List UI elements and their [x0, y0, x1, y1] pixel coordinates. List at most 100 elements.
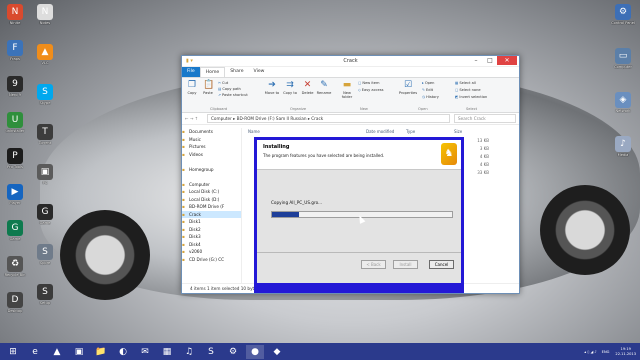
taskbar-app-icon[interactable]: ✉ — [136, 345, 154, 359]
desktop-icon-label: Pro Tools — [7, 165, 23, 169]
desktop-icon-second-0[interactable]: N Notes — [30, 4, 60, 25]
desktop-icon-right-2[interactable]: ◈ Network — [608, 92, 638, 113]
explorer-titlebar[interactable]: ▮ ▾ Crack – □ ✕ — [182, 56, 519, 67]
nav-item — [182, 158, 241, 166]
delete-button[interactable]: ✕ Delete — [300, 78, 315, 95]
tab-view[interactable]: View — [249, 67, 270, 77]
taskbar-app-icon[interactable]: ▦ — [158, 345, 176, 359]
desktop-icon-second-7[interactable]: S Setup — [30, 284, 60, 305]
select-none-button[interactable]: ▢Select none — [455, 88, 481, 93]
taskbar-app-icon[interactable]: ● — [246, 344, 264, 359]
desktop-icon-label: Fraps — [10, 57, 20, 61]
nav-item[interactable]: ▪ BD-ROM Drive (F — [182, 203, 241, 211]
desktop-icon-left-1[interactable]: F Fraps — [0, 40, 30, 61]
desktop-icon-left-8[interactable]: D Desktop — [0, 292, 30, 313]
invert-selection-button[interactable]: ◩Invert selection — [455, 95, 487, 100]
tab-file[interactable]: File — [182, 67, 200, 77]
column-type[interactable]: Type — [406, 129, 415, 134]
new-folder-button[interactable]: ▬ New folder — [339, 78, 355, 99]
nav-item[interactable]: ▪ v2060 — [182, 248, 241, 256]
desktop-icon-left-4[interactable]: P Pro Tools — [0, 148, 30, 169]
install-button[interactable]: Install — [393, 260, 418, 269]
taskbar-app-icon[interactable]: ◆ — [268, 345, 286, 359]
properties-icon: ☑ — [403, 80, 413, 90]
easy-access-button[interactable]: ◇Easy access — [358, 88, 384, 93]
desktop-icon-left-0[interactable]: N Ninite — [0, 4, 30, 25]
address-bar[interactable]: Computer ▸ BD-ROM Drive (F:) Sam II Russ… — [207, 114, 450, 123]
copy-path-button[interactable]: ▤Copy path — [218, 87, 241, 92]
desktop-icon-right-1[interactable]: ▭ Computer — [608, 48, 638, 69]
taskbar-app-icon[interactable]: ▣ — [70, 345, 88, 359]
taskbar-app-icon[interactable]: 📁 — [92, 345, 110, 359]
nav-item[interactable]: ▪ Disk2 — [182, 226, 241, 234]
edit-button[interactable]: ✎Edit — [422, 88, 433, 93]
taskbar-app-icon[interactable]: e — [26, 345, 44, 359]
start-button[interactable]: ⊞ — [4, 345, 22, 359]
column-date[interactable]: Date modified — [366, 129, 394, 134]
move-to-button[interactable]: ➔ Move to — [264, 78, 280, 95]
copy-to-button[interactable]: ⇉ Copy to — [282, 78, 298, 95]
desktop-icon-left-2[interactable]: 9 Nero 9 — [0, 76, 30, 97]
nav-item[interactable]: ▪ Local Disk (D:) — [182, 196, 241, 204]
nav-item[interactable]: ▪ Videos — [182, 151, 241, 159]
nav-item[interactable]: ▪ Crack — [182, 210, 241, 218]
minimize-button[interactable]: – — [469, 56, 483, 65]
column-size[interactable]: Size — [454, 129, 462, 134]
nav-item[interactable]: ▪ Disk4 — [182, 241, 241, 249]
taskbar-app-icon[interactable]: ♫ — [180, 345, 198, 359]
column-name[interactable]: Name — [248, 129, 260, 134]
tab-home[interactable]: Home — [199, 67, 226, 77]
desktop-icon-second-3[interactable]: T Torrent — [30, 124, 60, 145]
close-button[interactable]: ✕ — [497, 56, 517, 65]
properties-button[interactable]: ☑ Properties — [397, 78, 419, 95]
nav-item[interactable]: ▪ Disk3 — [182, 233, 241, 241]
desktop-icon-second-2[interactable]: S Skype — [30, 84, 60, 105]
desktop-icon-second-6[interactable]: S Spore — [30, 244, 60, 265]
select-all-button[interactable]: ▦Select all — [455, 81, 476, 86]
cancel-button[interactable]: Cancel — [429, 260, 454, 269]
nav-item[interactable]: ▪ Homegroup — [182, 166, 241, 174]
tab-share[interactable]: Share — [225, 67, 248, 77]
cut-button[interactable]: ✂Cut — [218, 81, 228, 86]
desktop-icon-right-0[interactable]: ⚙ Control Panel — [608, 4, 638, 25]
back-button[interactable]: < Back — [361, 260, 386, 269]
rename-button[interactable]: ✎ Rename — [316, 78, 332, 95]
desktop-icon-label: Game — [39, 221, 51, 225]
nav-item[interactable]: ▪ Disk1 — [182, 218, 241, 226]
nav-item[interactable]: ▪ CD Drive (G:) CC — [182, 256, 241, 264]
copy-button[interactable]: ❐ Copy — [185, 78, 199, 95]
history-button[interactable]: ◷History — [422, 95, 439, 100]
folder-icon: ▪ — [182, 234, 185, 239]
folder-icon: ▪ — [182, 256, 185, 262]
app-icon: F — [7, 40, 23, 56]
taskbar-app-icon[interactable]: ▲ — [48, 345, 66, 359]
desktop-icon-second-4[interactable]: ▣ PC — [30, 164, 60, 185]
installer-body: Copying All_PC_US.gro... < Back Install … — [257, 170, 461, 283]
clock[interactable]: 19:19 22.11.2013 — [615, 347, 636, 357]
maximize-button[interactable]: □ — [483, 56, 497, 65]
new-item-button[interactable]: ▢New item — [358, 81, 380, 86]
desktop-icon-left-6[interactable]: G Game — [0, 220, 30, 241]
taskbar-app-icon[interactable]: ⚙ — [224, 345, 242, 359]
nav-item[interactable]: ▪ Local Disk (C:) — [182, 188, 241, 196]
input-language[interactable]: ENG — [602, 350, 610, 354]
taskbar-app-icon[interactable]: S — [202, 345, 220, 359]
nav-arrows-icon[interactable]: ← → ↑ — [185, 116, 207, 121]
desktop-icon-right-3[interactable]: ♪ Media — [608, 136, 638, 157]
nav-item[interactable]: ▪ Music — [182, 136, 241, 144]
desktop-icon-left-5[interactable]: ▶ Player — [0, 184, 30, 205]
desktop-icon-second-1[interactable]: ▲ VLC — [30, 44, 60, 65]
tray-arrow-icon[interactable]: ▴ ▯ ◢ ♪ — [584, 350, 596, 354]
desktop-icon-left-7[interactable]: ♻ Recycle Bin — [0, 256, 30, 277]
search-input[interactable]: Search Crack — [454, 114, 516, 123]
desktop-icon-left-3[interactable]: Uuninstaller — [0, 112, 30, 133]
open-button[interactable]: ▸Open — [422, 81, 434, 86]
taskbar-app-icon[interactable]: ◐ — [114, 345, 132, 359]
paste-button[interactable]: 📋 Paste — [201, 78, 215, 95]
nav-item[interactable]: ▪ Documents — [182, 128, 241, 136]
nav-item[interactable]: ▪ Pictures — [182, 143, 241, 151]
app-icon: S — [37, 244, 53, 260]
paste-shortcut-button[interactable]: ↗Paste shortcut — [218, 93, 248, 98]
desktop-icon-second-5[interactable]: G Game — [30, 204, 60, 225]
nav-item[interactable]: ▪ Computer — [182, 181, 241, 189]
